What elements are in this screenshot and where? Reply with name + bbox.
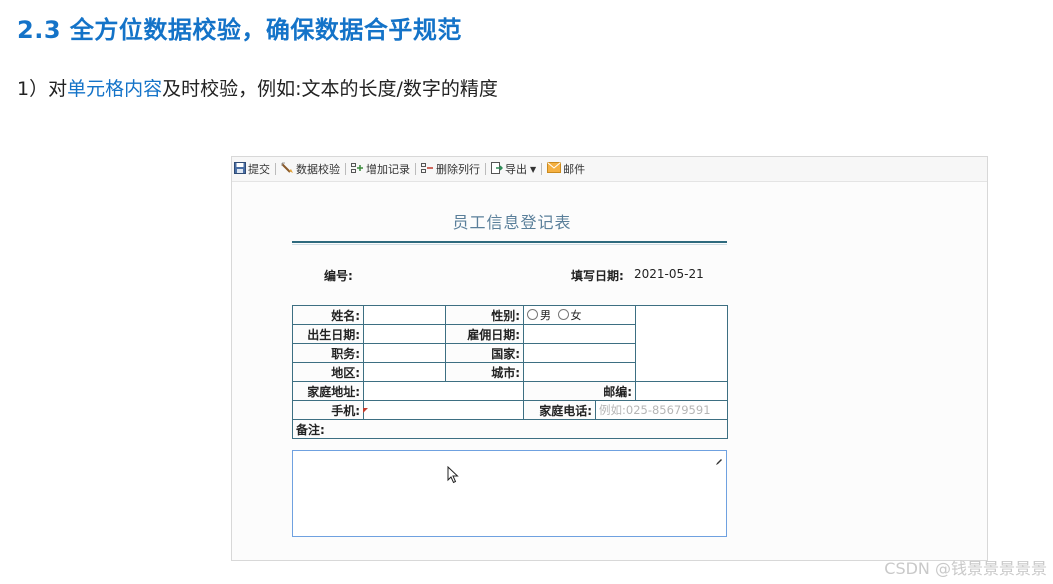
watermark: CSDN @钱景景景景景: [884, 559, 1047, 578]
toolbar-divider: [541, 163, 543, 175]
submit-button[interactable]: 提交: [232, 159, 272, 179]
position-field[interactable]: [363, 343, 446, 363]
title-divider-thin: [292, 244, 727, 245]
mouse-cursor-icon: [447, 465, 459, 488]
zip-label: 邮编:: [523, 381, 636, 401]
hire-date-label: 雇佣日期:: [445, 324, 524, 344]
employee-form-grid: 姓名: 性别: 男 女 出生日期: 雇佣日期: 职务: 国家: 地区: 城市:: [292, 305, 728, 439]
validate-label: 数据校验: [296, 163, 340, 176]
region-field[interactable]: [363, 362, 446, 382]
toolbar-divider: [275, 163, 276, 175]
city-label: 城市:: [445, 362, 524, 382]
gender-male-label: 男: [540, 309, 551, 322]
validation-marker-icon: [363, 408, 368, 413]
date-label: 填写日期:: [571, 269, 624, 283]
home-phone-placeholder: 例如:025-85679591: [599, 403, 711, 417]
add-record-button[interactable]: 增加记录: [349, 159, 412, 179]
title-divider: [292, 241, 727, 243]
save-icon: [234, 161, 248, 177]
export-label: 导出: [505, 163, 527, 176]
mail-label: 邮件: [563, 163, 586, 176]
toolbar-divider: [485, 163, 486, 175]
delete-row-label: 删除列行: [436, 163, 480, 176]
position-label: 职务:: [292, 343, 364, 363]
pencil-icon: [715, 451, 723, 470]
name-label: 姓名:: [292, 305, 364, 325]
birth-date-label: 出生日期:: [292, 324, 364, 344]
photo-cell[interactable]: [635, 305, 728, 382]
name-field[interactable]: [363, 305, 446, 325]
delete-row-icon: [421, 162, 436, 177]
export-button[interactable]: 导出 ▼: [489, 159, 538, 179]
zip-field[interactable]: [635, 381, 728, 401]
address-label: 家庭地址:: [292, 381, 364, 401]
address-field[interactable]: [363, 381, 524, 401]
country-field[interactable]: [523, 343, 636, 363]
mobile-field[interactable]: [363, 400, 524, 420]
report-window: 提交 数据校验 增加记录 删除列行 导出 ▼ 邮件 员工信息登记表 编号: 填写…: [231, 156, 988, 561]
gender-label: 性别:: [445, 305, 524, 325]
date-value: 2021-05-21: [634, 267, 704, 281]
add-row-icon: [351, 162, 366, 177]
note-textarea[interactable]: [292, 450, 727, 537]
chevron-down-icon: ▼: [530, 164, 537, 174]
toolbar-divider: [415, 163, 416, 175]
gender-male-radio[interactable]: [527, 309, 538, 320]
region-label: 地区:: [292, 362, 364, 382]
validate-button[interactable]: 数据校验: [279, 159, 342, 179]
country-label: 国家:: [445, 343, 524, 363]
city-field[interactable]: [523, 362, 636, 382]
id-label: 编号:: [324, 269, 353, 283]
toolbar-divider: [345, 163, 346, 175]
form-title: 员工信息登记表: [452, 213, 572, 232]
brush-icon: [281, 162, 296, 177]
mobile-label: 手机:: [292, 400, 364, 420]
point-prefix: 1）对: [17, 78, 68, 100]
toolbar: 提交 数据校验 增加记录 删除列行 导出 ▼ 邮件: [232, 157, 987, 182]
mail-icon: [547, 162, 563, 176]
export-icon: [491, 161, 505, 177]
home-phone-field[interactable]: 例如:025-85679591: [595, 400, 728, 420]
delete-row-button[interactable]: 删除列行: [419, 159, 482, 179]
mail-button[interactable]: 邮件: [545, 159, 587, 179]
slide-point: 1）对单元格内容及时校验，例如:文本的长度/数字的精度: [17, 74, 498, 101]
hire-date-field[interactable]: [523, 324, 636, 344]
add-record-label: 增加记录: [366, 163, 410, 176]
note-label: 备注:: [292, 419, 728, 439]
home-phone-label: 家庭电话:: [523, 400, 596, 420]
submit-label: 提交: [248, 163, 270, 176]
point-suffix: 及时校验，例如:文本的长度/数字的精度: [162, 78, 498, 100]
birth-date-field[interactable]: [363, 324, 446, 344]
slide-heading: 2.3 全方位数据校验，确保数据合乎规范: [17, 16, 462, 44]
gender-radio-group: 男 女: [523, 305, 636, 325]
point-highlight: 单元格内容: [67, 78, 163, 100]
gender-female-radio[interactable]: [557, 309, 569, 320]
gender-female-label: 女: [570, 309, 582, 322]
